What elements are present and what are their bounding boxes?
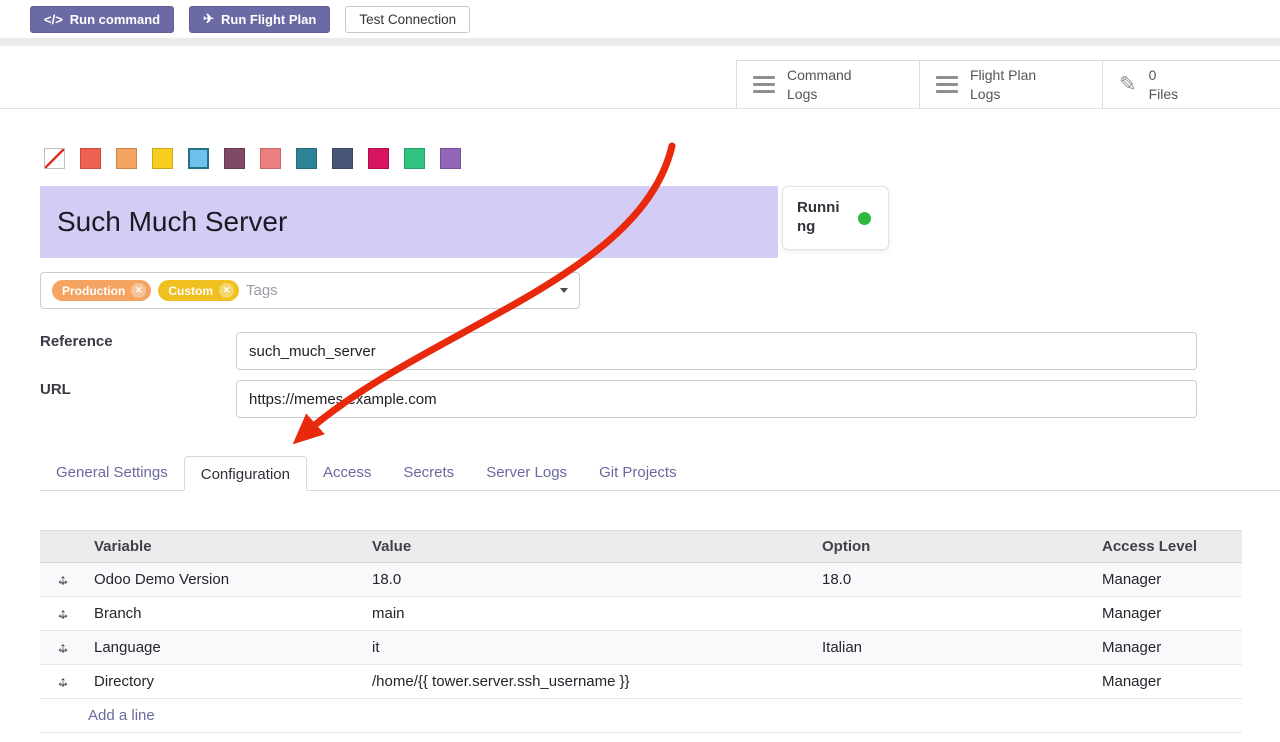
server-name-input[interactable]: Such Much Server (40, 186, 778, 258)
status-indicator-dot (858, 212, 871, 225)
action-toolbar: </> Run command ✈ Run Flight Plan Test C… (0, 0, 1280, 38)
cell-value[interactable]: main (364, 605, 814, 622)
header-option: Option (814, 538, 1094, 555)
cell-value[interactable]: 18.0 (364, 571, 814, 588)
table-row[interactable]: ↔↕ Language it Italian Manager (40, 631, 1242, 665)
run-command-label: Run command (70, 12, 160, 27)
color-swatch-orange[interactable] (116, 148, 137, 169)
tab-access[interactable]: Access (307, 455, 387, 490)
tab-server-logs[interactable]: Server Logs (470, 455, 583, 490)
color-swatch-yellow[interactable] (152, 148, 173, 169)
url-label: URL (40, 381, 71, 398)
color-swatch-none[interactable] (44, 148, 65, 169)
cell-option[interactable]: 18.0 (814, 571, 1094, 588)
header-value: Value (364, 538, 814, 555)
cell-variable[interactable]: Branch (86, 605, 364, 622)
tag-label: Custom (168, 284, 213, 298)
drag-handle-icon[interactable]: ↔↕ (40, 640, 86, 656)
color-swatch-green[interactable] (404, 148, 425, 169)
notebook-tabs: General Settings Configuration Access Se… (40, 455, 1280, 491)
table-header: Variable Value Option Access Level (40, 530, 1242, 563)
dropdown-caret-icon[interactable] (560, 288, 568, 293)
files-stat: 0 Files (1149, 66, 1179, 102)
cell-access[interactable]: Manager (1094, 571, 1242, 588)
run-flight-plan-label: Run Flight Plan (221, 12, 316, 27)
files-count: 0 (1149, 66, 1179, 84)
tags-placeholder: Tags (246, 282, 278, 299)
flight-plan-logs-label: Flight Plan Logs (970, 66, 1058, 102)
files-button[interactable]: ✎ 0 Files (1102, 60, 1280, 108)
reference-input[interactable] (236, 332, 1197, 370)
status-card[interactable]: Running (782, 186, 889, 250)
tag-remove-icon[interactable]: ✕ (219, 283, 234, 298)
cell-value[interactable]: it (364, 639, 814, 656)
header-variable: Variable (86, 538, 364, 555)
tag-pill-production[interactable]: Production ✕ (52, 280, 151, 301)
drag-handle-icon[interactable]: ↔↕ (40, 674, 86, 690)
tab-git-projects[interactable]: Git Projects (583, 455, 693, 490)
cell-access[interactable]: Manager (1094, 673, 1242, 690)
add-line-row: Add a line (40, 699, 1242, 733)
files-label: Files (1149, 85, 1179, 103)
paper-plane-icon: ✈ (203, 11, 214, 27)
test-connection-label: Test Connection (359, 12, 456, 27)
header-access-level: Access Level (1094, 538, 1242, 555)
test-connection-button[interactable]: Test Connection (345, 6, 470, 33)
cell-variable[interactable]: Odoo Demo Version (86, 571, 364, 588)
cell-variable[interactable]: Directory (86, 673, 364, 690)
run-flight-plan-button[interactable]: ✈ Run Flight Plan (189, 6, 330, 33)
url-input[interactable] (236, 380, 1197, 418)
color-swatch-salmon[interactable] (260, 148, 281, 169)
cell-value[interactable]: /home/{{ tower.server.ssh_username }} (364, 673, 814, 690)
color-swatch-fuchsia[interactable] (368, 148, 389, 169)
status-label: Running (797, 199, 847, 237)
page: </> Run command ✈ Run Flight Plan Test C… (0, 0, 1280, 742)
tab-secrets[interactable]: Secrets (387, 455, 470, 490)
list-icon (753, 76, 775, 94)
tag-pill-custom[interactable]: Custom ✕ (158, 280, 239, 301)
drag-handle-icon[interactable]: ↔↕ (40, 572, 86, 588)
color-swatch-darkpurple[interactable] (224, 148, 245, 169)
tab-configuration[interactable]: Configuration (184, 456, 307, 491)
color-swatch-purple[interactable] (440, 148, 461, 169)
table-row[interactable]: ↔↕ Branch main Manager (40, 597, 1242, 631)
table-row[interactable]: ↔↕ Odoo Demo Version 18.0 18.0 Manager (40, 563, 1242, 597)
drag-handle-icon[interactable]: ↔↕ (40, 606, 86, 622)
color-swatch-teal[interactable] (296, 148, 317, 169)
color-palette (44, 148, 461, 169)
toolbar-divider (0, 38, 1280, 46)
variables-table: Variable Value Option Access Level ↔↕ Od… (40, 530, 1242, 733)
flight-plan-logs-button[interactable]: Flight Plan Logs (919, 60, 1102, 108)
command-logs-button[interactable]: Command Logs (736, 60, 919, 108)
edit-icon: ✎ (1119, 74, 1137, 95)
smart-button-box: Command Logs Flight Plan Logs ✎ 0 Files (736, 60, 1280, 108)
run-command-button[interactable]: </> Run command (30, 6, 174, 33)
tag-label: Production (62, 284, 125, 298)
tag-remove-icon[interactable]: ✕ (131, 283, 146, 298)
tags-input[interactable]: Production ✕ Custom ✕ Tags (40, 272, 580, 309)
code-icon: </> (44, 12, 63, 27)
header-rule (0, 108, 1280, 109)
cell-access[interactable]: Manager (1094, 605, 1242, 622)
list-icon (936, 76, 958, 94)
color-swatch-navy[interactable] (332, 148, 353, 169)
cell-option[interactable]: Italian (814, 639, 1094, 656)
add-a-line-link[interactable]: Add a line (88, 707, 155, 724)
color-swatch-red[interactable] (80, 148, 101, 169)
cell-variable[interactable]: Language (86, 639, 364, 656)
cell-access[interactable]: Manager (1094, 639, 1242, 656)
command-logs-label: Command Logs (787, 66, 875, 102)
reference-label: Reference (40, 333, 113, 350)
color-swatch-lightblue-selected[interactable] (188, 148, 209, 169)
table-row[interactable]: ↔↕ Directory /home/{{ tower.server.ssh_u… (40, 665, 1242, 699)
tab-general-settings[interactable]: General Settings (40, 455, 184, 490)
